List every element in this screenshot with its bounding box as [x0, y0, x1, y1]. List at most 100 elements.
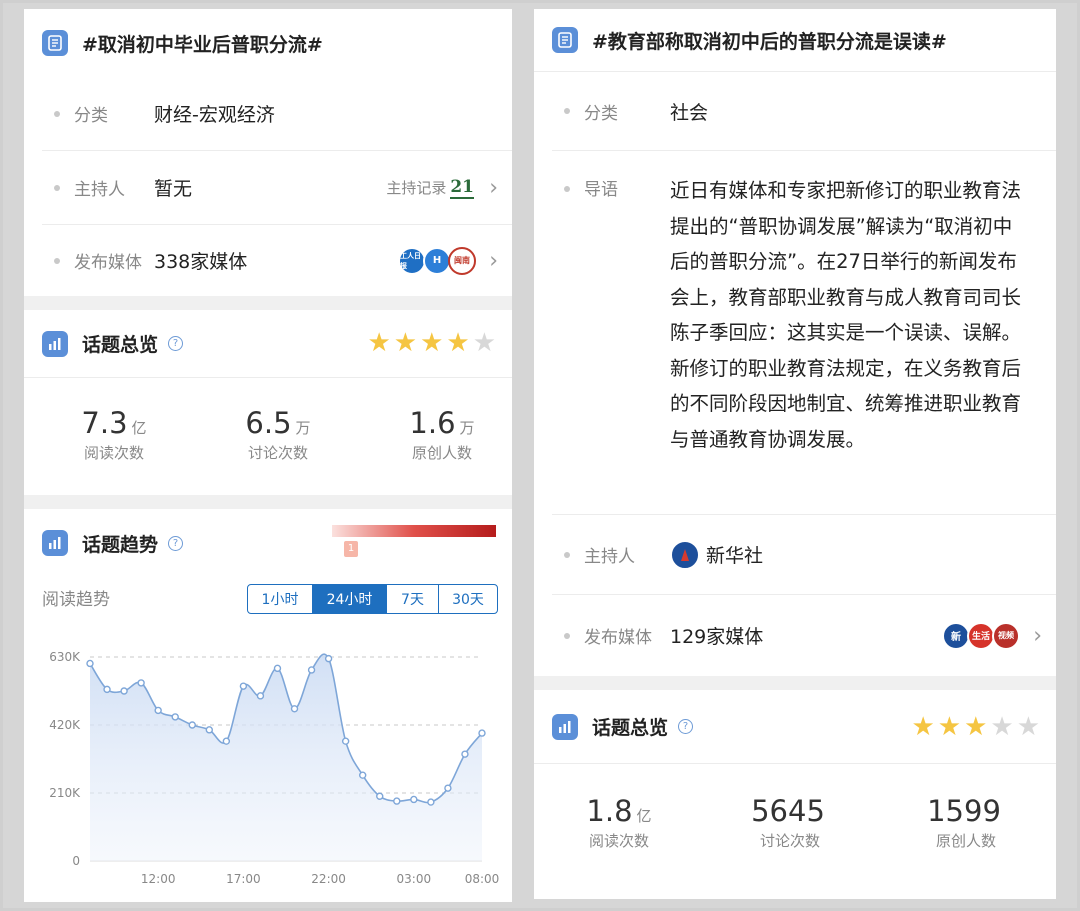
bullet-dot — [564, 551, 570, 558]
trend-point[interactable] — [222, 737, 231, 745]
trend-point[interactable] — [188, 721, 196, 729]
stat-discussions: 5645 讨论次数 — [735, 794, 845, 851]
trend-point[interactable] — [461, 750, 469, 758]
document-icon — [42, 30, 68, 56]
star-filled-icon: ★ — [911, 712, 935, 742]
stat-reads: 7.3 亿 阅读次数 — [64, 406, 164, 463]
help-icon[interactable]: ? — [678, 719, 694, 734]
trend-point[interactable] — [358, 771, 367, 779]
heat-bar — [332, 525, 496, 537]
trend-point[interactable] — [427, 798, 435, 806]
trend-point[interactable] — [444, 784, 452, 792]
stat-creators: 1599 原创人数 — [911, 794, 1021, 851]
right-info-card: #教育部称取消初中后的普职分流是误读# 分类 社会 导语 近日有媒体和专家把新修… — [534, 9, 1056, 676]
host-label: 主持人 — [584, 547, 635, 567]
trend-point[interactable] — [239, 682, 248, 690]
stat-number: 1599 — [927, 794, 1001, 828]
media-logo-1: 工人日报 — [398, 246, 426, 275]
media-logo-2: 生活 — [967, 621, 995, 650]
trend-point[interactable] — [393, 797, 401, 805]
right-intro-row: 导语 近日有媒体和专家把新修订的职业教育法提出的“普职协调发展”解读为“取消初中… — [552, 151, 1056, 515]
x-tick-label: 22:00 — [311, 872, 346, 886]
trend-point[interactable] — [290, 705, 299, 713]
chevron-right-icon[interactable]: › — [489, 175, 498, 200]
star-empty-icon: ★ — [472, 328, 496, 358]
category-label: 分类 — [74, 106, 108, 126]
y-tick-label: 210K — [49, 786, 81, 800]
stat-unit: 万 — [295, 419, 311, 437]
trend-point[interactable] — [86, 659, 94, 668]
help-icon[interactable]: ? — [168, 336, 184, 351]
media-label: 发布媒体 — [584, 628, 652, 648]
category-value: 社会 — [670, 101, 709, 124]
time-range-tabs: 1小时 24小时 7天 30天 — [247, 584, 498, 614]
left-media-row[interactable]: 发布媒体 338家媒体 工人日报 H 闽南 › — [42, 225, 512, 296]
trend-point[interactable] — [171, 713, 179, 721]
trend-point[interactable] — [324, 654, 333, 663]
bullet-dot — [564, 632, 570, 639]
trend-title: 话题趋势 — [82, 533, 159, 556]
trend-point[interactable] — [307, 666, 316, 674]
right-host-row[interactable]: 主持人 新华社 — [552, 515, 1056, 595]
bullet-dot — [54, 110, 60, 117]
star-filled-icon: ★ — [446, 328, 470, 358]
category-value: 财经-宏观经济 — [154, 104, 275, 126]
media-logo-3: 视频 — [992, 621, 1020, 650]
y-tick-label: 0 — [72, 854, 80, 868]
stat-caption: 阅读次数 — [588, 832, 649, 850]
chevron-right-icon[interactable]: › — [489, 248, 498, 273]
stat-caption: 讨论次数 — [247, 444, 308, 462]
star-filled-icon: ★ — [420, 328, 444, 358]
trend-point[interactable] — [154, 706, 162, 715]
host-record-link[interactable]: 主持记录 21 — [386, 177, 474, 199]
media-logo-3: 闽南 — [448, 246, 476, 275]
chart-icon — [552, 713, 578, 740]
media-logos: 新 生活 视频 — [942, 621, 1020, 650]
bullet-dot — [54, 184, 60, 191]
left-topic-header: #取消初中毕业后普职分流# — [24, 9, 512, 77]
trend-point[interactable] — [120, 687, 128, 695]
stat-caption: 原创人数 — [411, 444, 472, 462]
trend-point[interactable] — [341, 737, 350, 745]
star-filled-icon: ★ — [393, 328, 418, 358]
host-label: 主持人 — [74, 180, 125, 200]
trend-point[interactable] — [103, 685, 111, 694]
left-topic-title: #取消初中毕业后普职分流# — [82, 33, 323, 56]
trend-point[interactable] — [256, 692, 265, 700]
star-empty-icon: ★ — [990, 712, 1014, 742]
trend-point[interactable] — [273, 664, 282, 673]
right-media-row[interactable]: 发布媒体 129家媒体 新 生活 视频 › — [552, 595, 1056, 676]
tab-1h[interactable]: 1小时 — [248, 585, 313, 613]
right-topic-header: #教育部称取消初中后的普职分流是误读# — [534, 9, 1056, 71]
stat-unit: 亿 — [636, 807, 652, 825]
right-overview-card: 话题总览 ? ★ ★ ★ ★ ★ 1.8 亿 阅读次数 5645 讨论次数 1599 原创… — [534, 690, 1056, 899]
left-category-row: 分类 财经-宏观经济 — [42, 77, 512, 151]
left-topic-panel: #取消初中毕业后普职分流# 分类 财经-宏观经济 主持人 暂无 主持记录 21 … — [24, 9, 512, 902]
tab-7d[interactable]: 7天 — [387, 585, 439, 613]
trend-point[interactable] — [376, 792, 384, 800]
right-category-row: 分类 社会 — [552, 72, 1056, 151]
document-icon — [552, 27, 578, 53]
chevron-right-icon[interactable]: › — [1033, 623, 1042, 648]
stat-unit: 万 — [459, 419, 475, 437]
host-value: 暂无 — [154, 178, 193, 200]
trend-point[interactable] — [205, 726, 214, 734]
stat-unit: 亿 — [131, 419, 147, 437]
chart-icon — [42, 330, 68, 357]
tab-30d[interactable]: 30天 — [439, 585, 497, 613]
chart-icon — [42, 530, 68, 556]
media-value: 129家媒体 — [670, 626, 764, 648]
help-icon[interactable]: ? — [168, 535, 184, 551]
left-host-row[interactable]: 主持人 暂无 主持记录 21 › — [42, 151, 512, 225]
host-record-label: 主持记录 — [386, 179, 447, 197]
trend-point[interactable] — [410, 795, 418, 804]
star-filled-icon: ★ — [937, 712, 962, 742]
tab-24h[interactable]: 24小时 — [313, 585, 387, 613]
rating-stars: ★ ★ ★ ★ ★ — [367, 330, 496, 356]
category-label: 分类 — [584, 103, 618, 124]
trend-point[interactable] — [478, 729, 486, 737]
stat-number: 7.3 — [81, 406, 128, 440]
trend-point[interactable] — [137, 679, 145, 687]
x-tick-label: 08:00 — [465, 872, 500, 886]
x-tick-label: 03:00 — [397, 872, 432, 886]
